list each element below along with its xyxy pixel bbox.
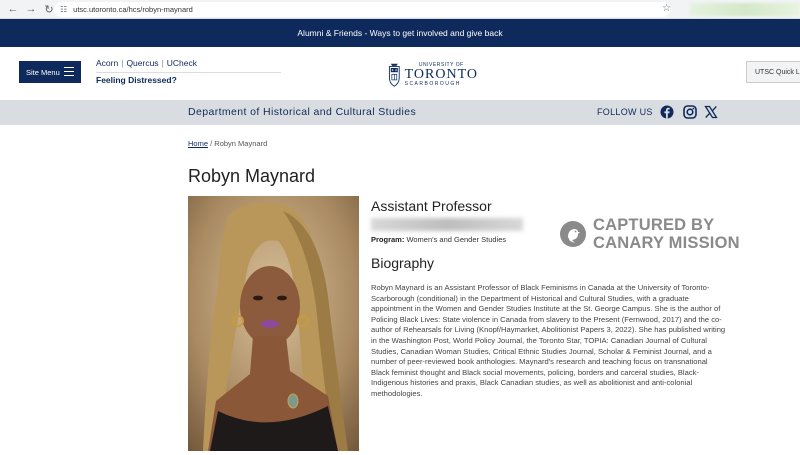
program-value: Women's and Gender Studies xyxy=(406,235,507,244)
logo-campus-text: SCARBOROUGH xyxy=(404,81,461,87)
link-ucheck[interactable]: UCheck xyxy=(167,58,197,68)
watermark-line1: CAPTURED BY xyxy=(593,216,715,234)
facebook-icon[interactable] xyxy=(660,105,674,119)
x-twitter-icon[interactable] xyxy=(704,105,718,119)
breadcrumb-separator: / xyxy=(210,139,213,148)
follow-us-label: FOLLOW US xyxy=(597,107,653,117)
redacted-toolbar-area xyxy=(690,3,800,16)
breadcrumb-current: Robyn Maynard xyxy=(214,139,268,148)
logo-name-text: TORONTO xyxy=(404,67,478,82)
browser-toolbar: ← → ↻ ☷ utsc.utoronto.ca/hcs/robyn-mayna… xyxy=(0,0,800,19)
utsc-quick-links-button[interactable]: UTSC Quick Links xyxy=(746,61,800,83)
biography-heading: Biography xyxy=(371,255,435,271)
watermark-line2: CANARY MISSION xyxy=(593,234,740,252)
header-divider xyxy=(96,72,281,73)
job-title: Assistant Professor xyxy=(371,198,492,214)
program-line: Program: Women's and Gender Studies xyxy=(371,235,506,244)
site-header: Site Menu Acorn | Quercus | UCheck Feeli… xyxy=(0,47,800,100)
university-crest-icon xyxy=(388,63,400,87)
quick-links: Acorn | Quercus | UCheck xyxy=(96,58,198,68)
program-label: Program: xyxy=(371,235,405,244)
address-bar[interactable]: ☷ utsc.utoronto.ca/hcs/robyn-maynard xyxy=(54,2,670,17)
university-logo[interactable]: UNIVERSITY OF TORONTO SCARBOROUGH xyxy=(388,55,478,95)
instagram-icon[interactable] xyxy=(683,105,697,119)
star-icon[interactable]: ☆ xyxy=(662,3,671,14)
biography-text: Robyn Maynard is an Assistant Professor … xyxy=(371,283,726,398)
canary-mission-watermark: CAPTURED BY CANARY MISSION xyxy=(559,216,740,252)
breadcrumb: Home / Robyn Maynard xyxy=(188,139,267,148)
canary-bird-icon xyxy=(560,221,586,247)
arrow-left-icon[interactable]: ← xyxy=(6,2,20,16)
link-quercus[interactable]: Quercus xyxy=(126,58,158,68)
redacted-text xyxy=(371,218,523,231)
page-title: Robyn Maynard xyxy=(188,166,316,186)
site-menu-button[interactable]: Site Menu xyxy=(19,61,81,83)
alumni-banner-text[interactable]: Alumni & Friends - Ways to get involved … xyxy=(297,28,502,38)
department-bar: Department of Historical and Cultural St… xyxy=(0,100,800,125)
profile-photo xyxy=(188,196,359,451)
url-text: utsc.utoronto.ca/hcs/robyn-maynard xyxy=(73,5,193,14)
site-menu-label: Site Menu xyxy=(26,67,60,77)
site-info-icon[interactable]: ☷ xyxy=(60,5,67,14)
hamburger-icon xyxy=(64,67,74,76)
portrait-image xyxy=(188,196,359,451)
feeling-distressed-link[interactable]: Feeling Distressed? xyxy=(96,75,177,85)
link-acorn[interactable]: Acorn xyxy=(96,58,118,68)
breadcrumb-home-link[interactable]: Home xyxy=(188,139,208,148)
alumni-banner[interactable]: Alumni & Friends - Ways to get involved … xyxy=(0,19,800,47)
department-title[interactable]: Department of Historical and Cultural St… xyxy=(188,106,416,118)
arrow-right-icon[interactable]: → xyxy=(24,2,38,16)
